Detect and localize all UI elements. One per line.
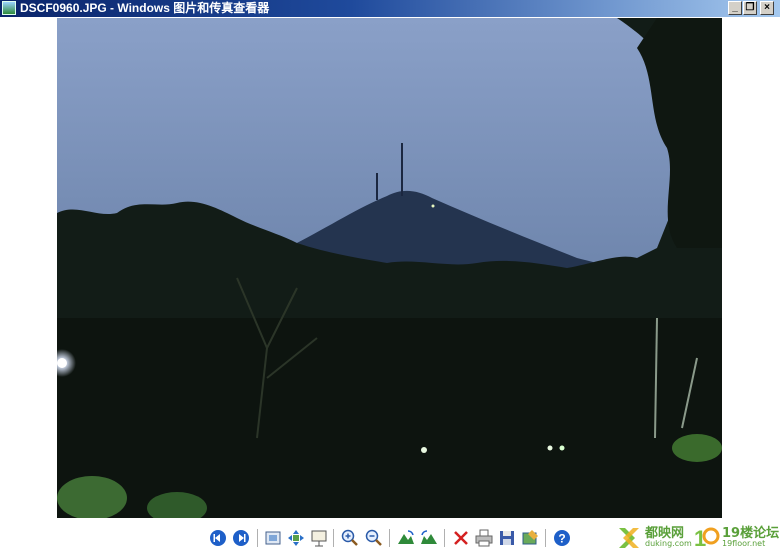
minimize-button[interactable]: _ — [728, 1, 742, 15]
zoom-out-icon[interactable] — [364, 528, 384, 548]
app-icon — [2, 1, 16, 15]
svg-text:?: ? — [558, 532, 565, 546]
toolbar-separator — [444, 529, 445, 547]
toolbar-separator — [333, 529, 334, 547]
help-icon[interactable]: ? — [552, 528, 572, 548]
toolbar-separator — [257, 529, 258, 547]
viewer-area: ? 都映网 duking.com 1 19楼论坛 19floor.net — [0, 17, 780, 560]
zoom-in-icon[interactable] — [340, 528, 360, 548]
window-title: DSCF0960.JPG - Windows 图片和传真查看器 — [20, 1, 270, 15]
title-bar[interactable]: DSCF0960.JPG - Windows 图片和传真查看器 _ ❐ × — [0, 0, 780, 17]
actual-size-icon[interactable] — [286, 528, 306, 548]
floor19-watermark-logo: 1 19楼论坛 19floor.net — [694, 522, 779, 554]
best-fit-icon[interactable] — [263, 528, 283, 548]
print-icon[interactable] — [474, 528, 494, 548]
edit-icon[interactable] — [520, 528, 540, 548]
slideshow-icon[interactable] — [309, 528, 329, 548]
night-mountain-photo — [57, 18, 722, 518]
rotate-clockwise-icon[interactable] — [396, 528, 416, 548]
duking-watermark-logo: 都映网 duking.com — [617, 522, 693, 554]
toolbar-separator — [545, 529, 546, 547]
delete-icon[interactable] — [451, 528, 471, 548]
floor19-logo-subtext: 19floor.net — [722, 539, 766, 548]
toolbar-separator — [389, 529, 390, 547]
close-button[interactable]: × — [760, 1, 774, 15]
photo-display — [57, 18, 722, 518]
save-icon[interactable] — [497, 528, 517, 548]
floor19-logo-icon: 1 — [694, 526, 720, 551]
rotate-counterclockwise-icon[interactable] — [419, 528, 439, 548]
previous-image-icon[interactable] — [208, 528, 228, 548]
restore-button[interactable]: ❐ — [743, 1, 757, 15]
next-image-icon[interactable] — [231, 528, 251, 548]
duking-logo-subtext: duking.com — [645, 539, 692, 548]
